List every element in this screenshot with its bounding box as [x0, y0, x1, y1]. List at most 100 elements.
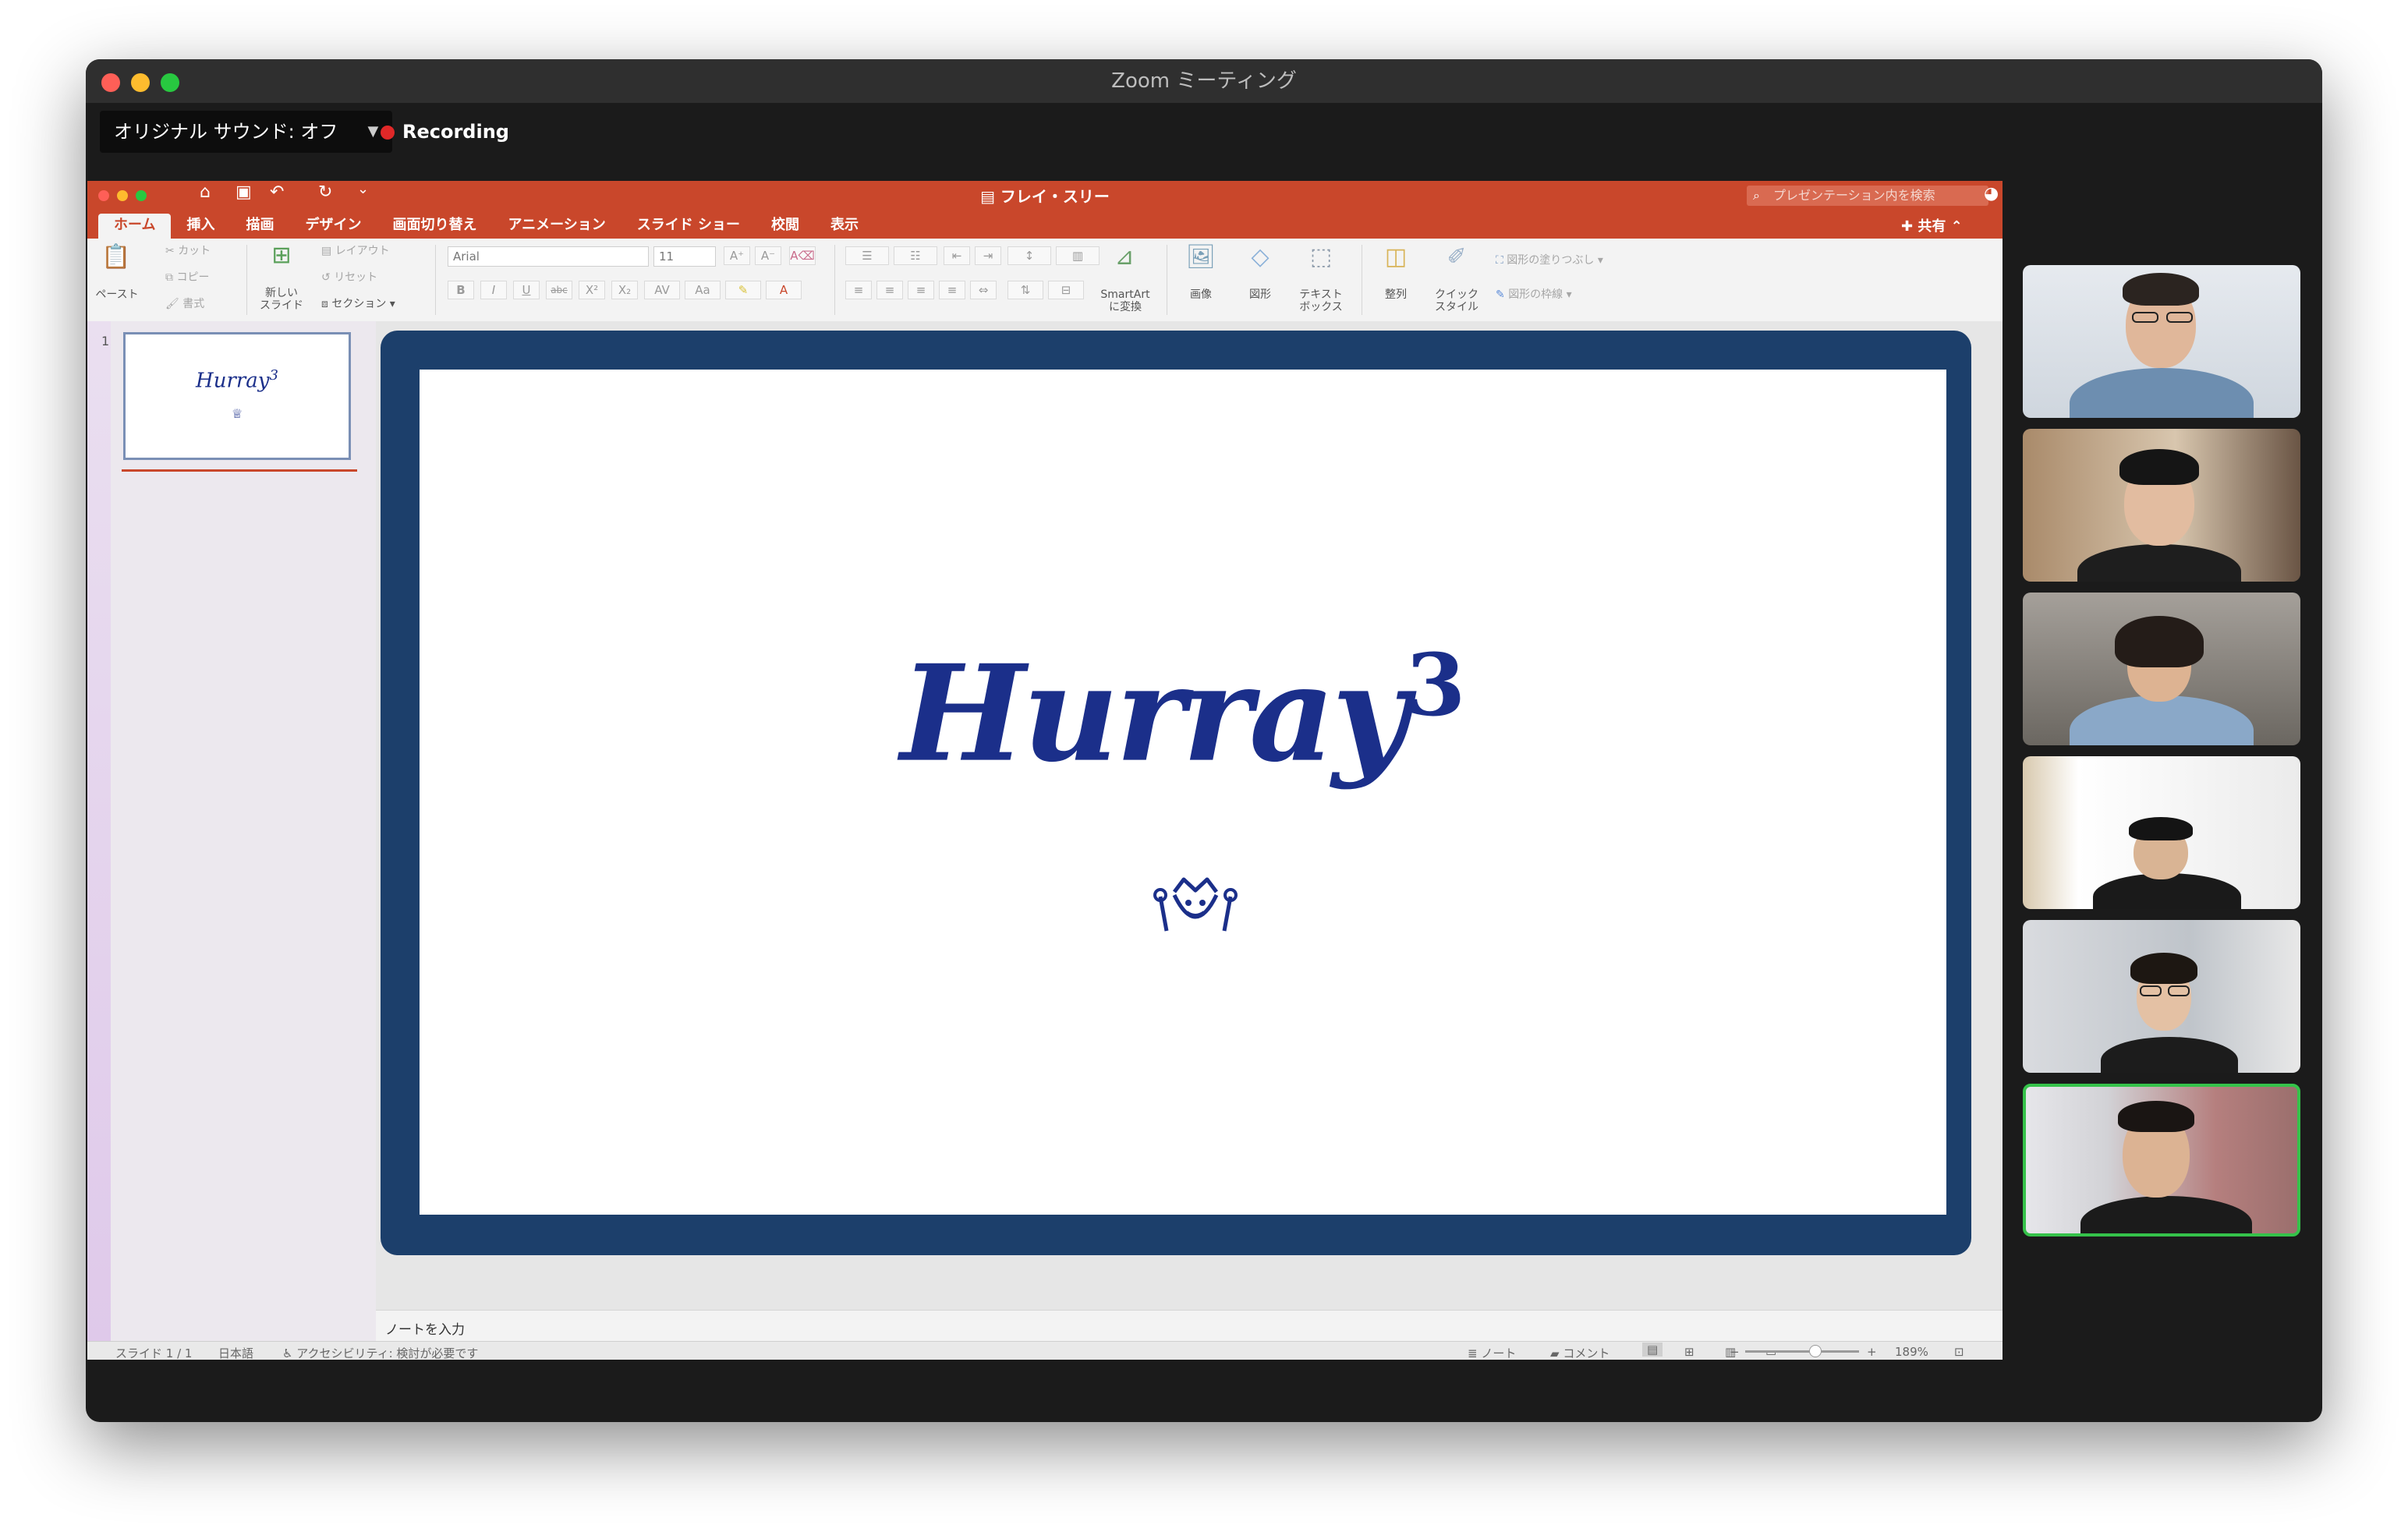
user-icon[interactable]: ◕ [1984, 184, 1999, 203]
smartart-icon[interactable]: ⊿ [1101, 243, 1148, 271]
font-size-select[interactable]: 11 [653, 246, 716, 267]
tab-review[interactable]: 校閲 [756, 214, 815, 239]
participant-tile[interactable] [2023, 756, 2300, 909]
tab-slideshow[interactable]: スライド ショー [621, 214, 756, 239]
fit-to-window-icon[interactable]: ⊡ [1954, 1345, 1964, 1359]
textbox-button[interactable]: テキスト ボックス [1293, 288, 1349, 313]
bullets-button[interactable]: ☰ [845, 246, 889, 265]
tab-home[interactable]: ホーム [98, 214, 172, 239]
copy-button[interactable]: ⧉ コピー [165, 271, 209, 284]
shapes-button[interactable]: 図形 [1238, 288, 1282, 301]
share-button[interactable]: ✚ 共有 ⌃ [1901, 215, 1963, 235]
original-sound-dropdown[interactable]: オリジナル サウンド: オフ ▼ [100, 111, 393, 153]
columns-button[interactable]: ▥ [1056, 246, 1100, 265]
search-presentation-input[interactable]: ⌕ プレゼンテーション内を検索 [1747, 186, 1988, 206]
font-color-button[interactable]: A [766, 281, 802, 299]
change-case-button[interactable]: Aa [685, 281, 721, 299]
shape-outline-button[interactable]: ✎ 図形の枠線 ▾ [1496, 288, 1572, 301]
slide-title[interactable]: Hurray3 [420, 635, 1946, 792]
recording-label: Recording [402, 121, 509, 143]
zoom-slider[interactable] [1745, 1350, 1859, 1353]
new-slide-button[interactable]: 新しい スライド [259, 287, 304, 312]
zoom-slider-handle[interactable] [1809, 1345, 1822, 1357]
justify-button[interactable]: ≡ [939, 281, 965, 299]
crown-logo-icon [1153, 877, 1238, 932]
convert-to-smartart-button[interactable]: SmartArt に変換 [1095, 288, 1156, 313]
powerpoint-window: ⌂ ▣ ↶ ↻ ⌄ ▤ フレイ・スリー ⌕ プレゼンテーション内を検索 ◕ ホー… [87, 181, 2003, 1360]
textbox-icon[interactable]: ⬚ [1298, 243, 1344, 271]
slide-thumbnail[interactable]: Hurray3 ♕ [123, 332, 351, 460]
notes-pane[interactable]: ノートを入力 [376, 1310, 2003, 1342]
tab-draw[interactable]: 描画 [230, 214, 289, 239]
cut-button[interactable]: ✂ カット [165, 245, 211, 257]
new-slide-icon[interactable]: ⊞ [262, 242, 301, 269]
tab-transitions[interactable]: 画面切り替え [377, 214, 492, 239]
strikethrough-button[interactable]: abc [546, 281, 572, 299]
paste-label[interactable]: ペースト [95, 288, 139, 301]
slide-thumbnail-pane: 1 Hurray3 ♕ [87, 321, 376, 1341]
clear-format-button[interactable]: A⌫ [789, 246, 816, 265]
slide-frame: Hurray3 [381, 331, 1971, 1255]
arrange-button[interactable]: 整列 [1374, 288, 1418, 301]
decrease-font-button[interactable]: A⁻ [755, 246, 781, 265]
align-right-button[interactable]: ≡ [908, 281, 934, 299]
font-name-select[interactable]: Arial [448, 246, 649, 267]
zoom-level[interactable]: 189% [1895, 1345, 1928, 1359]
slide[interactable]: Hurray3 [420, 370, 1946, 1215]
zoom-titlebar: Zoom ミーティング [86, 59, 2322, 103]
numbering-button[interactable]: ☷ [894, 246, 937, 265]
quick-style-icon[interactable]: ✐ [1433, 243, 1480, 271]
picture-icon[interactable]: 🖼 [1179, 243, 1223, 271]
section-button[interactable]: ⧈ セクション ▾ [321, 298, 395, 310]
caret-down-icon: ▼ [367, 123, 379, 140]
slide-sorter-icon[interactable]: ⊞ [1684, 1345, 1694, 1359]
comments-button[interactable]: ▰ コメント [1550, 1345, 1609, 1360]
document-icon: ▤ [980, 187, 1000, 206]
participant-tile[interactable] [2023, 593, 2300, 745]
notes-button[interactable]: ≣ ノート [1468, 1345, 1516, 1360]
shape-fill-button[interactable]: ⛶ 図形の塗りつぶし ▾ [1496, 254, 1603, 267]
tab-animations[interactable]: アニメーション [492, 214, 621, 239]
tab-design[interactable]: デザイン [289, 214, 377, 239]
thumbnail-title: Hurray3 [196, 367, 278, 393]
participant-tile[interactable] [2023, 920, 2300, 1073]
add-person-icon: ✚ [1901, 218, 1918, 235]
participant-tile[interactable] [2023, 429, 2300, 582]
slide-indicator: スライド 1 / 1 [115, 1346, 193, 1360]
align-center-button[interactable]: ≡ [876, 281, 903, 299]
layout-button[interactable]: ▤ レイアウト [321, 245, 390, 257]
shapes-icon[interactable]: ◇ [1238, 243, 1282, 271]
arrange-icon[interactable]: ◫ [1374, 243, 1418, 271]
italic-button[interactable]: I [480, 281, 507, 299]
original-sound-label: オリジナル サウンド: オフ [114, 121, 338, 143]
highlight-color-button[interactable]: ✎ [725, 281, 761, 299]
ribbon-tabs: ホーム 挿入 描画 デザイン 画面切り替え アニメーション スライド ショー 校… [98, 214, 874, 239]
bold-button[interactable]: B [448, 281, 474, 299]
align-left-button[interactable]: ≡ [845, 281, 872, 299]
tab-view[interactable]: 表示 [815, 214, 874, 239]
quick-style-button[interactable]: クイック スタイル [1429, 288, 1485, 313]
underline-button[interactable]: U [513, 281, 540, 299]
participant-tile-active-speaker[interactable] [2023, 1084, 2300, 1237]
clipboard-icon[interactable]: 📋 [98, 243, 134, 271]
reset-button[interactable]: ↺ リセット [321, 271, 377, 284]
tab-insert[interactable]: 挿入 [171, 214, 230, 239]
text-direction-button[interactable]: ⇅ [1007, 281, 1043, 299]
increase-indent-button[interactable]: ⇥ [975, 246, 1001, 265]
decrease-indent-button[interactable]: ⇤ [944, 246, 970, 265]
participant-tile[interactable] [2023, 265, 2300, 418]
character-spacing-button[interactable]: AV [644, 281, 680, 299]
increase-font-button[interactable]: A⁺ [724, 246, 750, 265]
picture-button[interactable]: 画像 [1179, 288, 1223, 301]
zoom-out-icon[interactable]: − [1730, 1345, 1740, 1359]
distribute-button[interactable]: ⇔ [970, 281, 997, 299]
normal-view-icon[interactable]: ▤ [1642, 1343, 1663, 1357]
accessibility-status[interactable]: ♿ アクセシビリティ: 検討が必要です [282, 1345, 478, 1360]
subscript-button[interactable]: X₂ [611, 281, 638, 299]
format-painter-button[interactable]: 🖌 書式 [165, 298, 204, 310]
line-spacing-button[interactable]: ↕ [1007, 246, 1051, 265]
align-text-button[interactable]: ⊟ [1048, 281, 1084, 299]
zoom-in-icon[interactable]: + [1867, 1345, 1877, 1359]
superscript-button[interactable]: X² [579, 281, 605, 299]
language-indicator: 日本語 [218, 1346, 254, 1360]
